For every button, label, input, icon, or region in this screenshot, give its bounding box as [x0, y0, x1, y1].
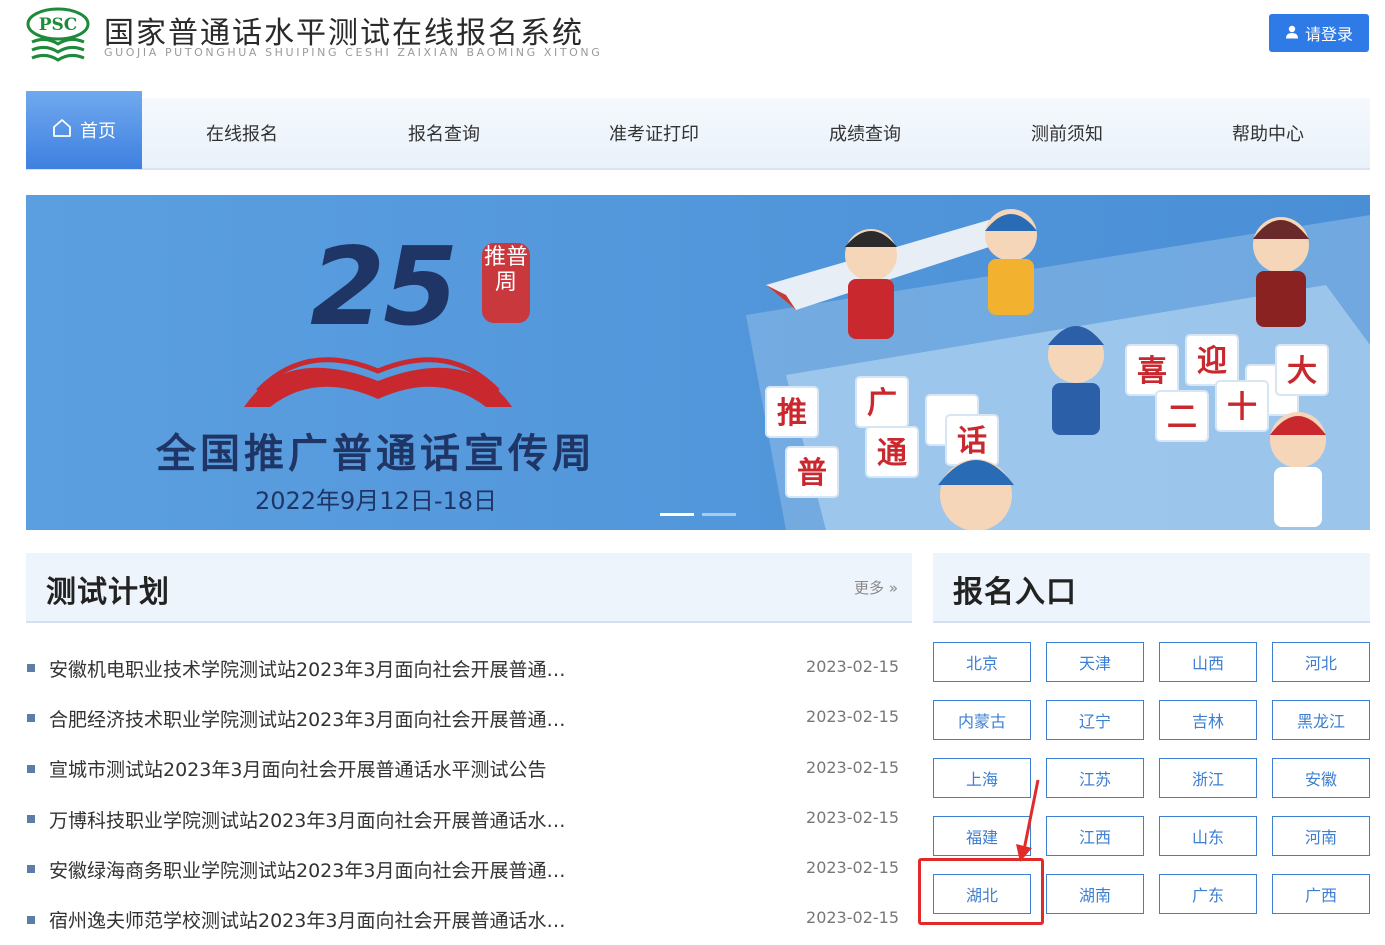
banner-tile: 二 [1167, 400, 1197, 435]
province-button-liaoning[interactable]: 辽宁 [1046, 700, 1144, 740]
banner-illustration: 推 广 普 通 话 喜 迎 二 十 大 [26, 195, 1370, 530]
plan-item-title[interactable]: 宣城市测试站2023年3月面向社会开展普通话水平测试公告 [49, 755, 609, 782]
plan-item-date: 2023-02-15 [806, 657, 899, 676]
province-button-anhui[interactable]: 安徽 [1272, 758, 1370, 798]
province-button-hunan[interactable]: 湖南 [1046, 874, 1144, 914]
plan-item-date: 2023-02-15 [806, 908, 899, 928]
user-icon [1285, 24, 1299, 43]
bullet-icon [27, 664, 35, 673]
province-button-henan[interactable]: 河南 [1272, 816, 1370, 856]
nav-label-home: 首页 [80, 121, 116, 142]
more-link[interactable]: 更多 » [854, 577, 898, 598]
plan-item-date: 2023-02-15 [806, 858, 899, 878]
banner-seal: 推普周 [482, 243, 530, 323]
list-item[interactable]: 万博科技职业学院测试站2023年3月面向社会开展普通话水… 2023-02-15 [26, 794, 912, 844]
list-item[interactable]: 宣城市测试站2023年3月面向社会开展普通话水平测试公告 2023-02-15 [26, 744, 912, 794]
home-icon [52, 118, 72, 143]
bullet-icon [27, 915, 35, 924]
province-button-guangxi[interactable]: 广西 [1272, 874, 1370, 914]
plan-item-title[interactable]: 宿州逸夫师范学校测试站2023年3月面向社会开展普通话水… [49, 906, 609, 933]
nav-item-help-center[interactable]: 帮助中心 [1166, 97, 1370, 169]
province-button-neimenggu[interactable]: 内蒙古 [933, 700, 1031, 740]
nav-item-home[interactable]: 首页 [26, 91, 142, 169]
bullet-icon [27, 714, 35, 723]
banner-tile: 喜 [1137, 354, 1167, 389]
province-button-heilongjiang[interactable]: 黑龙江 [1272, 700, 1370, 740]
province-button-guangdong[interactable]: 广东 [1159, 874, 1257, 914]
nav-item-online-registration[interactable]: 在线报名 [142, 97, 342, 169]
list-item[interactable]: 宿州逸夫师范学校测试站2023年3月面向社会开展普通话水… 2023-02-15 [26, 894, 912, 944]
login-label: 请登录 [1304, 25, 1353, 44]
plan-item-title[interactable]: 安徽机电职业技术学院测试站2023年3月面向社会开展普通… [49, 655, 609, 682]
banner-tile: 大 [1287, 354, 1317, 389]
main-nav: 首页 在线报名 报名查询 准考证打印 成绩查询 测前须知 帮助中心 [26, 91, 1370, 170]
bullet-icon [27, 865, 35, 874]
psc-logo[interactable]: PSC [26, 6, 90, 66]
nav-item-pretest-notice[interactable]: 测前须知 [968, 97, 1166, 169]
banner-date: 2022年9月12日-18日 [254, 487, 498, 515]
plan-item-title[interactable]: 万博科技职业学院测试站2023年3月面向社会开展普通话水… [49, 806, 609, 833]
province-button-hebei[interactable]: 河北 [1272, 642, 1370, 682]
province-grid: 北京 天津 山西 河北 内蒙古 辽宁 吉林 黑龙江 上海 江苏 浙江 安徽 福建… [933, 642, 1370, 914]
province-button-shandong[interactable]: 山东 [1159, 816, 1257, 856]
site-subtitle: GUOJIA PUTONGHUA SHUIPING CESHI ZAIXIAN … [104, 46, 603, 59]
login-button[interactable]: 请登录 [1269, 14, 1369, 52]
plan-item-title[interactable]: 安徽绿海商务职业学院测试站2023年3月面向社会开展普通… [49, 856, 609, 883]
list-item[interactable]: 安徽机电职业技术学院测试站2023年3月面向社会开展普通… 2023-02-15 [26, 643, 912, 693]
province-button-jiangsu[interactable]: 江苏 [1046, 758, 1144, 798]
list-item[interactable]: 合肥经济技术职业学院测试站2023年3月面向社会开展普通… 2023-02-15 [26, 693, 912, 743]
banner-tile: 通 [877, 436, 907, 471]
bullet-icon [27, 764, 35, 773]
registration-title: 报名入口 [953, 575, 1077, 610]
banner-tile: 广 [867, 386, 897, 421]
nav-item-score-query[interactable]: 成绩查询 [762, 97, 968, 169]
carousel-dot-2[interactable] [702, 513, 736, 516]
province-button-jilin[interactable]: 吉林 [1159, 700, 1257, 740]
test-plan-panel: 测试计划 更多 » 安徽机电职业技术学院测试站2023年3月面向社会开展普通… … [26, 553, 912, 932]
test-plan-list: 安徽机电职业技术学院测试站2023年3月面向社会开展普通… 2023-02-15… [26, 643, 912, 945]
list-item[interactable]: 安徽绿海商务职业学院测试站2023年3月面向社会开展普通… 2023-02-15 [26, 844, 912, 894]
site-header: PSC 国家普通话水平测试在线报名系统 GUOJIA PUTONGHUA SHU… [0, 0, 1385, 90]
banner-number: 25 [310, 225, 458, 350]
test-plan-title: 测试计划 [46, 575, 170, 610]
registration-header: 报名入口 [933, 553, 1370, 623]
banner-tile: 普 [797, 456, 827, 491]
nav-item-registration-query[interactable]: 报名查询 [342, 97, 546, 169]
banner-tile: 十 [1227, 390, 1257, 425]
banner-title: 全国推广普通话宣传周 [156, 431, 596, 477]
registration-panel: 报名入口 北京 天津 山西 河北 内蒙古 辽宁 吉林 黑龙江 上海 江苏 浙江 … [933, 553, 1370, 926]
province-button-shanghai[interactable]: 上海 [933, 758, 1031, 798]
banner-tile: 推 [777, 396, 807, 431]
logo-text: PSC [39, 15, 78, 35]
plan-item-title[interactable]: 合肥经济技术职业学院测试站2023年3月面向社会开展普通… [49, 705, 609, 732]
promo-banner[interactable]: 推 广 普 通 话 喜 迎 二 十 大 25 推普周 全国推广普通话宣传周 20… [26, 195, 1370, 530]
province-button-shanxi[interactable]: 山西 [1159, 642, 1257, 682]
carousel-indicators [660, 513, 736, 516]
banner-tile: 迎 [1197, 344, 1227, 379]
province-button-zhejiang[interactable]: 浙江 [1159, 758, 1257, 798]
province-button-jiangxi[interactable]: 江西 [1046, 816, 1144, 856]
province-button-hubei[interactable]: 湖北 [933, 874, 1031, 914]
plan-item-date: 2023-02-15 [806, 807, 899, 827]
plan-item-date: 2023-02-15 [806, 757, 899, 777]
plan-item-date: 2023-02-15 [806, 707, 899, 727]
banner-tile: 话 [957, 424, 987, 459]
province-button-fujian[interactable]: 福建 [933, 816, 1031, 856]
carousel-dot-1[interactable] [660, 513, 694, 516]
test-plan-header: 测试计划 更多 » [26, 553, 912, 623]
province-button-tianjin[interactable]: 天津 [1046, 642, 1144, 682]
nav-item-admission-ticket[interactable]: 准考证打印 [546, 97, 762, 169]
bullet-icon [27, 815, 35, 824]
province-button-beijing[interactable]: 北京 [933, 642, 1031, 682]
